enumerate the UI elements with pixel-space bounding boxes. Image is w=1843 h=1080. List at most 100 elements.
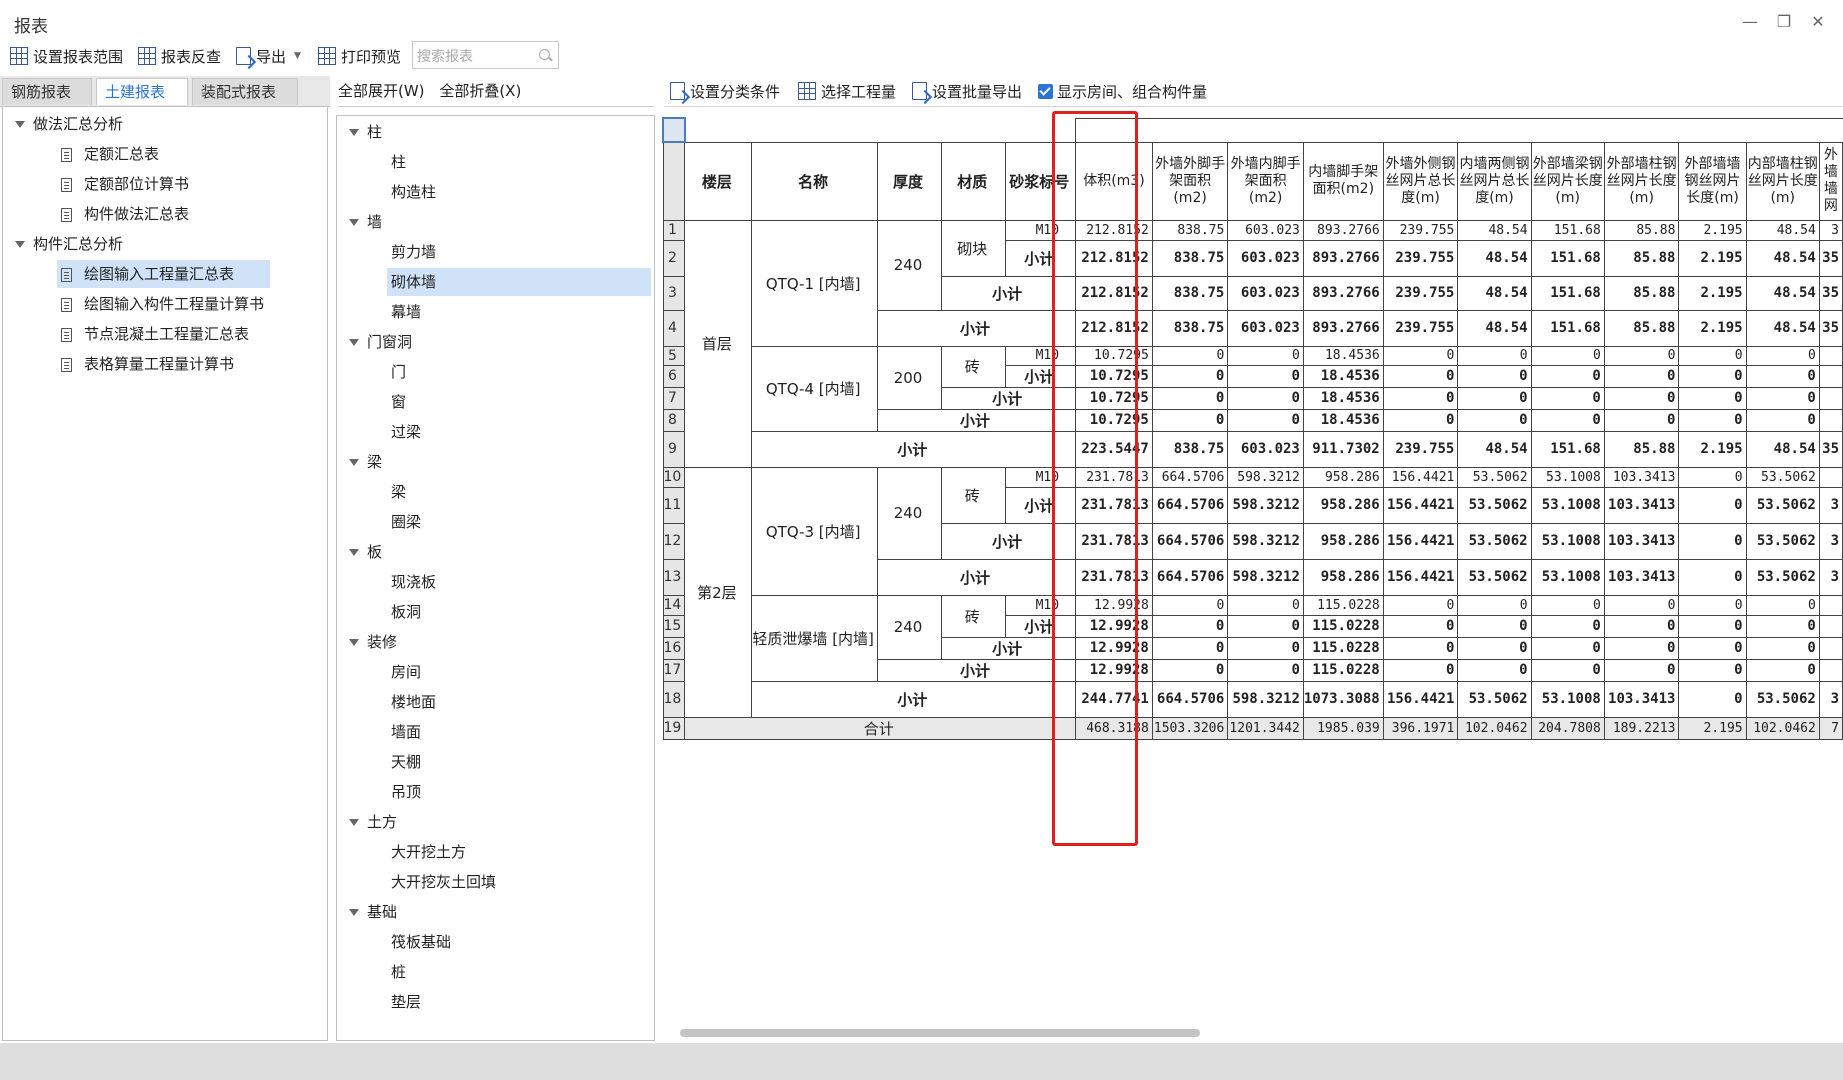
tree-item[interactable]: 绘图输入构件工程量计算书 [61, 290, 264, 318]
label-cell[interactable]: 砖 [941, 466, 1007, 524]
cell-value[interactable] [1818, 614, 1843, 638]
cell-value[interactable]: 838.75 [1151, 309, 1229, 347]
cell-value[interactable]: 0 [1382, 636, 1459, 660]
cell-value[interactable]: 151.68 [1530, 430, 1605, 468]
mortar-cell[interactable]: M10 [1005, 345, 1077, 366]
cell-value[interactable]: 0 [1530, 658, 1605, 682]
cell-value[interactable]: 0 [1603, 658, 1680, 682]
col-volume[interactable]: 体积(m3) [1075, 141, 1153, 221]
component-node[interactable]: 构造柱 [391, 178, 436, 206]
label-cell[interactable]: QTQ-1 [内墙] [751, 219, 878, 347]
cell-value[interactable]: 0 [1382, 658, 1459, 682]
expand-all-button[interactable]: 全部展开(W) [338, 82, 425, 100]
mortar-cell[interactable]: M10 [1005, 466, 1077, 488]
cell-value[interactable]: 10.7295 [1075, 386, 1153, 410]
caret-down-icon[interactable] [15, 241, 25, 248]
checkbox-checked-icon[interactable] [1038, 83, 1053, 99]
cell-value[interactable] [1818, 594, 1843, 616]
restore-icon[interactable]: ❐ [1772, 10, 1796, 34]
cell-value[interactable]: 239.755 [1382, 275, 1459, 311]
cell-value[interactable]: 603.023 [1227, 275, 1304, 311]
cell-value[interactable]: 103.3413 [1603, 680, 1680, 718]
cell-value[interactable]: 893.2766 [1302, 275, 1384, 311]
cell-value[interactable]: 212.8152 [1075, 275, 1153, 311]
component-node[interactable]: 楼地面 [391, 688, 436, 716]
cell-value[interactable]: 0 [1678, 466, 1747, 488]
cell-value[interactable]: 239.755 [1382, 239, 1459, 277]
component-node[interactable]: 天棚 [391, 748, 421, 776]
col-mortar[interactable]: 砂浆标号 [1005, 141, 1077, 221]
cell-value[interactable]: 53.5062 [1745, 466, 1820, 488]
cell-value[interactable]: 0 [1603, 636, 1680, 660]
cell-value[interactable]: 0 [1151, 408, 1229, 432]
cell-value[interactable]: 664.5706 [1151, 522, 1229, 560]
corner-cell[interactable] [662, 117, 686, 143]
cell-value[interactable]: 0 [1678, 680, 1747, 718]
col-h11[interactable]: 外部墙梁钢丝网片长度(m) [1530, 141, 1605, 221]
cell-value[interactable]: 156.4421 [1382, 680, 1459, 718]
cell-value[interactable]: 7 [1818, 716, 1843, 740]
cell-value[interactable]: 838.75 [1151, 239, 1229, 277]
cell-value[interactable]: 0 [1457, 364, 1532, 388]
cell-value[interactable]: 0 [1603, 614, 1680, 638]
show-rooms-checkbox[interactable]: 显示房间、组合构件量 [1038, 79, 1207, 103]
cell-value[interactable]: 156.4421 [1382, 466, 1459, 488]
report-check-button[interactable]: 报表反查 [138, 44, 221, 68]
cell-value[interactable]: 838.75 [1151, 219, 1229, 241]
row-number[interactable]: 3 [662, 275, 686, 311]
cell-value[interactable]: 0 [1382, 386, 1459, 410]
cell-value[interactable]: 598.3212 [1227, 680, 1304, 718]
col-thickness[interactable]: 厚度 [876, 141, 943, 221]
cell-value[interactable]: 48.54 [1457, 275, 1532, 311]
cell-value[interactable]: 103.3413 [1603, 558, 1680, 596]
tree-item[interactable]: 定额部位计算书 [61, 170, 189, 198]
component-node[interactable]: 门 [391, 358, 406, 386]
tree-group-component-summary[interactable]: 构件汇总分析 [15, 230, 123, 258]
cell-value[interactable]: 0 [1678, 558, 1747, 596]
cell-value[interactable]: 48.54 [1745, 239, 1820, 277]
cell-value[interactable]: 102.0462 [1745, 716, 1820, 740]
cell-value[interactable]: 239.755 [1382, 309, 1459, 347]
cell-value[interactable]: 53.5062 [1745, 522, 1820, 560]
category-node[interactable]: 柱 [349, 118, 382, 146]
cell-value[interactable]: 12.9928 [1075, 614, 1153, 638]
cell-value[interactable]: 48.54 [1745, 275, 1820, 311]
cell-value[interactable]: 0 [1227, 364, 1304, 388]
cell-value[interactable]: 48.54 [1745, 309, 1820, 347]
row-number[interactable]: 1 [662, 219, 686, 241]
cell-value[interactable]: 53.5062 [1457, 558, 1532, 596]
col-h14[interactable]: 内部墙柱钢丝网片长度(m) [1745, 141, 1820, 221]
category-node[interactable]: 装修 [349, 628, 397, 656]
cell-value[interactable]: 958.286 [1302, 522, 1384, 560]
cell-value[interactable]: 0 [1151, 658, 1229, 682]
cell-value[interactable]: 85.88 [1603, 430, 1680, 468]
tree-group-method-summary[interactable]: 做法汇总分析 [15, 110, 123, 138]
row-number[interactable]: 19 [662, 716, 686, 740]
cell-value[interactable]: 53.1008 [1530, 466, 1605, 488]
cell-value[interactable]: 115.0228 [1302, 658, 1384, 682]
mortar-cell[interactable]: M10 [1005, 219, 1077, 241]
cell-value[interactable]: 156.4421 [1382, 486, 1459, 524]
cell-value[interactable]: 53.5062 [1457, 486, 1532, 524]
batch-export-button[interactable]: 设置批量导出 [912, 79, 1022, 103]
cell-value[interactable]: 0 [1603, 345, 1680, 366]
cell-value[interactable]: 603.023 [1227, 309, 1304, 347]
row-number[interactable]: 2 [662, 239, 686, 277]
cell-value[interactable]: 0 [1678, 522, 1747, 560]
cell-value[interactable]: 396.1971 [1382, 716, 1459, 740]
caret-down-icon[interactable] [349, 639, 359, 646]
cell-value[interactable]: 0 [1382, 408, 1459, 432]
label-cell[interactable]: 小计 [941, 636, 1077, 660]
cell-value[interactable]: 85.88 [1603, 309, 1680, 347]
category-node[interactable]: 墙 [349, 208, 382, 236]
label-cell[interactable]: QTQ-3 [内墙] [751, 466, 878, 596]
cell-value[interactable] [1818, 658, 1843, 682]
row-number[interactable]: 17 [662, 658, 686, 682]
set-category-button[interactable]: 设置分类条件 [670, 79, 780, 103]
component-node[interactable]: 垫层 [391, 988, 421, 1016]
cell-value[interactable]: 48.54 [1457, 239, 1532, 277]
cell-value[interactable]: 0 [1382, 364, 1459, 388]
cell-value[interactable]: 0 [1227, 636, 1304, 660]
caret-down-icon[interactable] [15, 121, 25, 128]
tab-prefab-report[interactable]: 装配式报表量 [192, 78, 298, 128]
